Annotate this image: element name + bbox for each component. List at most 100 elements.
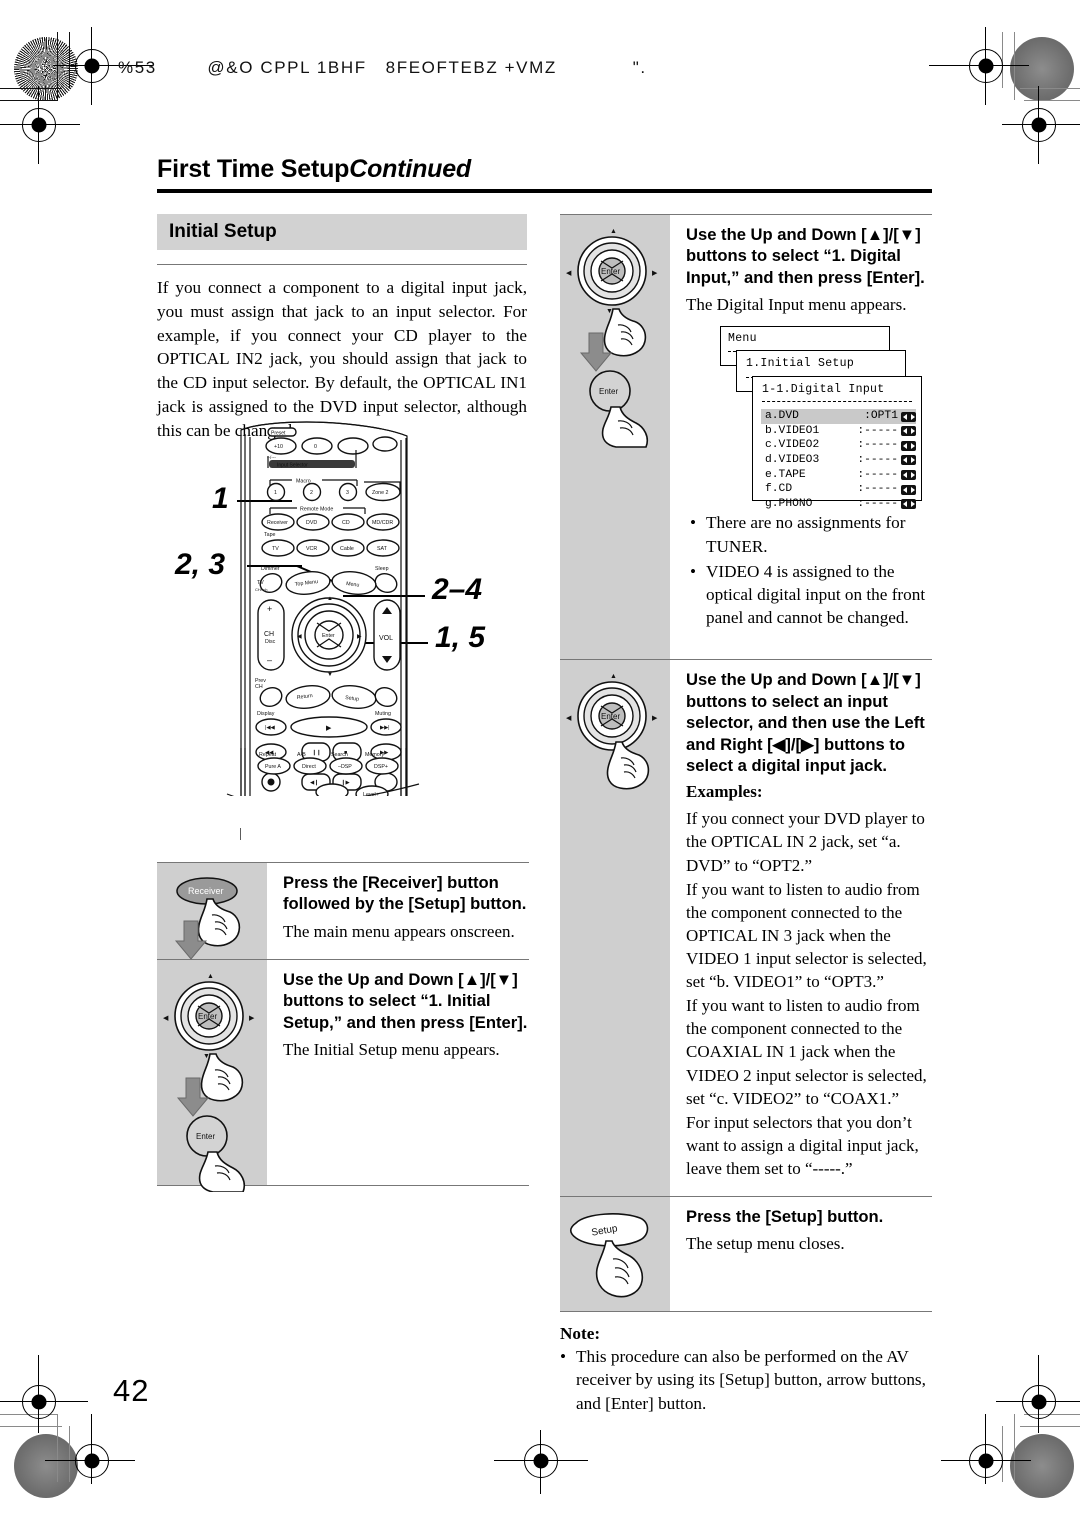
left-right-arrows-icon	[901, 455, 916, 466]
svg-text:▲: ▲	[207, 973, 214, 980]
note-title: Note:	[560, 1324, 601, 1344]
svg-text:Repeat: Repeat	[259, 752, 277, 758]
osd-row-list: a.DVD :OPT1 b.VIDEO1 :----- c.VIDEO2:--…	[761, 409, 916, 511]
note-item: • This procedure can also be performed o…	[560, 1345, 932, 1415]
osd-row-d-video3[interactable]: d.VIDEO3 :-----	[761, 453, 916, 468]
step-paragraph: If you connect your DVD player to the OP…	[686, 809, 925, 875]
svg-text:◀: ◀	[566, 270, 572, 277]
svg-text:MD/CDR: MD/CDR	[372, 520, 393, 526]
bullet-item: • There are no assignments for TUNER.	[690, 511, 932, 557]
svg-text:DSP+: DSP+	[374, 764, 388, 770]
osd-row-label: e.TAPE	[765, 468, 806, 481]
svg-text:Enter: Enter	[196, 1132, 215, 1141]
bullet-dot-icon: •	[560, 1347, 567, 1367]
svg-text:3: 3	[346, 490, 349, 496]
osd-row-e-tape[interactable]: e.TAPE :-----	[761, 468, 916, 483]
step-body: Use the Up and Down [▲]/[▼] buttons to s…	[670, 660, 932, 1196]
osd-row-b-video1[interactable]: b.VIDEO1 :-----	[761, 424, 916, 439]
svg-text:CD: CD	[342, 520, 350, 526]
svg-text:Enter: Enter	[322, 633, 335, 639]
step-body: Press the [Receiver] button followed by …	[267, 863, 529, 959]
svg-text:+: +	[267, 604, 272, 614]
step-heading: Use the Up and Down [▲]/[▼] buttons to s…	[283, 969, 528, 1032]
osd-row-c-video2[interactable]: c.VIDEO2 :-----	[761, 438, 916, 453]
svg-text:Input Selector: Input Selector	[277, 462, 308, 468]
osd-row-value: :OPT1	[864, 410, 898, 423]
page-title-main: First Time Setup	[157, 155, 350, 183]
svg-text:+10: +10	[274, 444, 283, 450]
svg-text:Cable: Cable	[340, 546, 354, 552]
step-heading: Press the [Setup] button.	[686, 1207, 884, 1227]
svg-text:Preset: Preset	[271, 431, 286, 437]
page-title-block: First Time SetupContinued	[157, 155, 932, 193]
svg-text:Pure A: Pure A	[265, 764, 281, 770]
svg-text:Dimmer: Dimmer	[261, 566, 280, 572]
svg-text:Search: Search	[331, 752, 348, 758]
navigate-and-enter-icon: ▲ ◀ ▶ Enter ▼ Enter	[566, 228, 658, 448]
left-steps: Receiver Setup Press the [Receiver] butt…	[157, 862, 529, 1192]
svg-text:Remote Mode: Remote Mode	[300, 507, 333, 513]
step-heading: Use the Up and Down [▲]/[▼] buttons to s…	[686, 225, 925, 287]
osd-row-label: b.VIDEO1	[765, 424, 820, 437]
osd-window-digital-input-title: 1-1.Digital Input	[762, 383, 885, 397]
svg-text:▶: ▶	[249, 1015, 255, 1022]
osd-row-a-dvd[interactable]: a.DVD :OPT1	[761, 409, 916, 424]
step-paragraph: For input selectors that you don’t want …	[686, 1112, 919, 1178]
svg-text:▶: ▶	[652, 270, 658, 277]
step-description: The Digital Input menu appears.	[686, 295, 907, 315]
osd-row-value: :-----	[857, 439, 898, 452]
notes-bullet-list: • There are no assignments for TUNER. • …	[686, 501, 932, 643]
bullet-dot-icon: •	[690, 513, 697, 533]
left-right-arrows-icon	[901, 484, 916, 495]
svg-text:Receiver: Receiver	[267, 520, 288, 526]
svg-text:VCR: VCR	[306, 546, 317, 552]
osd-row-label: d.VIDEO3	[765, 454, 820, 467]
svg-text:▼: ▼	[327, 672, 333, 678]
step-icon-panel: ▲ ◀ ▶ Enter ▼ Enter	[560, 215, 670, 660]
svg-text:Sleep: Sleep	[375, 566, 389, 572]
right-column: ▲ ◀ ▶ Enter ▼ Enter Use the Up and Down …	[560, 214, 932, 1415]
left-right-arrows-icon	[901, 499, 916, 510]
step-body: Use the Up and Down [▲]/[▼] buttons to s…	[670, 215, 932, 659]
osd-window-menu-title: Menu	[728, 332, 757, 346]
svg-text:Zone 2: Zone 2	[372, 490, 389, 496]
title-divider	[157, 188, 932, 193]
step-paragraph: If you want to listen to audio from the …	[686, 879, 927, 992]
osd-row-g-phono[interactable]: g.PHONO :-----	[761, 497, 916, 512]
step-box-press-setup: Setup Press the [Setup] button. The setu…	[560, 1196, 932, 1312]
navigate-wheel-icon: ▲ ◀ ▶ Enter	[566, 673, 658, 790]
intro-paragraph: If you connect a component to a digital …	[157, 264, 527, 443]
osd-row-value: :-----	[857, 424, 898, 437]
step-icon-panel: Receiver Setup	[157, 863, 267, 1029]
svg-text:Display: Display	[257, 711, 275, 717]
svg-text:VOL: VOL	[379, 635, 393, 642]
left-right-arrows-icon	[901, 426, 916, 437]
svg-text:DVD: DVD	[306, 520, 317, 526]
svg-text:Disc: Disc	[265, 639, 276, 645]
osd-row-value: :-----	[857, 454, 898, 467]
note-block: Note: • This procedure can also be perfo…	[560, 1311, 932, 1415]
svg-text:|◀◀: |◀◀	[265, 725, 275, 731]
bullet-text: There are no assignments for TUNER.	[706, 513, 906, 556]
step-box-select-input-selector: ▲ ◀ ▶ Enter Use the Up and Down [▲]/[▼] …	[560, 659, 932, 1197]
step-heading: Use the Up and Down [▲]/[▼] buttons to s…	[686, 670, 925, 775]
step-paragraph: If you want to listen to audio from the …	[686, 996, 927, 1108]
bullet-text: VIDEO 4 is assigned to the optical digit…	[706, 561, 926, 628]
step-description: The setup menu closes.	[686, 1234, 845, 1254]
page-number: 42	[113, 1373, 150, 1408]
svg-text:◀: ◀	[163, 1015, 169, 1022]
svg-text:1: 1	[274, 490, 277, 496]
svg-text:▶▶|: ▶▶|	[380, 725, 390, 731]
svg-text:Receiver: Receiver	[188, 886, 224, 896]
step-description: If you connect your DVD player to the OP…	[686, 807, 932, 1180]
svg-text:SAT: SAT	[377, 546, 388, 552]
svg-text:Direct: Direct	[302, 764, 316, 770]
osd-row-f-cd[interactable]: f.CD :-----	[761, 482, 916, 497]
svg-text:▲: ▲	[610, 228, 617, 235]
svg-text:0: 0	[314, 444, 317, 450]
remote-lower-graphic: .rk2 { fill:#fff; stroke:#111; stroke-wi…	[217, 748, 432, 828]
step-body: Use the Up and Down [▲]/[▼] buttons to s…	[267, 960, 529, 1185]
svg-text:Muting: Muting	[375, 711, 391, 717]
svg-text:TV: TV	[257, 580, 264, 586]
osd-window-digital-input: 1-1.Digital Input a.DVD :OPT1 b.VIDEO1 :…	[752, 376, 922, 510]
